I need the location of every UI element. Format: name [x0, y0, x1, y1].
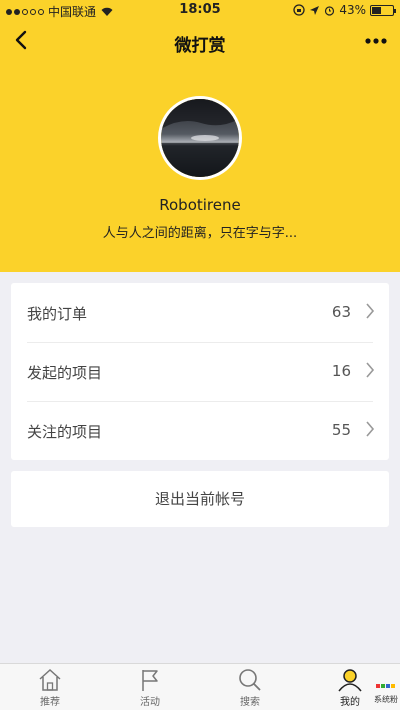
- menu-item-label: 我的订单: [27, 305, 88, 323]
- watermark-text: 系统粉: [374, 695, 398, 704]
- tab-label: 我的: [340, 697, 360, 708]
- user-icon: [338, 669, 362, 692]
- username: Robotirene: [159, 196, 241, 214]
- menu-item-followed-projects[interactable]: 关注的项目 55: [11, 401, 389, 460]
- menu-item-launched-projects[interactable]: 发起的项目 16: [11, 342, 389, 401]
- chevron-right-icon: [366, 421, 375, 437]
- profile-header: 中国联通 18:05 43% 微打赏 Robotirene 人与人之间的距离，只…: [0, 0, 400, 272]
- tab-label: 活动: [140, 697, 160, 708]
- user-bio: 人与人之间的距离，只在字与字...: [102, 226, 298, 241]
- battery-icon: [370, 4, 396, 16]
- menu-item-count: 55: [331, 421, 351, 439]
- avatar-image: [161, 99, 239, 177]
- menu-item-orders[interactable]: 我的订单 63: [11, 283, 389, 342]
- status-bar: 中国联通 18:05 43%: [0, 0, 400, 20]
- nav-bar: 微打赏: [0, 22, 400, 62]
- more-icon[interactable]: [364, 30, 388, 52]
- page-title: 微打赏: [174, 36, 226, 56]
- avatar[interactable]: [158, 96, 242, 180]
- home-icon: [39, 668, 61, 691]
- tab-recommend[interactable]: 推荐: [20, 668, 80, 710]
- tab-label: 搜索: [240, 697, 260, 708]
- menu-item-label: 关注的项目: [27, 423, 103, 441]
- tab-search[interactable]: 搜索: [220, 668, 280, 710]
- search-icon: [239, 669, 261, 691]
- profile-menu: 我的订单 63 发起的项目 16 关注的项目 55: [11, 283, 389, 460]
- tab-activities[interactable]: 活动: [120, 668, 180, 710]
- tab-mine[interactable]: 我的: [320, 668, 380, 710]
- menu-item-label: 发起的项目: [27, 364, 103, 382]
- alarm-icon: [325, 5, 335, 16]
- logout-button[interactable]: 退出当前帐号: [11, 471, 389, 527]
- chevron-right-icon: [366, 303, 375, 319]
- location-icon: [310, 5, 320, 15]
- flag-icon: [142, 670, 158, 691]
- tab-bar: 推荐 活动 搜索 我的 系统粉: [0, 663, 400, 710]
- battery-percent: 43%: [339, 3, 366, 17]
- tab-label: 推荐: [40, 697, 60, 708]
- menu-item-count: 63: [331, 303, 351, 321]
- watermark-logo: [376, 684, 396, 694]
- menu-item-count: 16: [331, 362, 351, 380]
- lock-rotation-icon: [293, 4, 305, 16]
- chevron-right-icon: [366, 362, 375, 378]
